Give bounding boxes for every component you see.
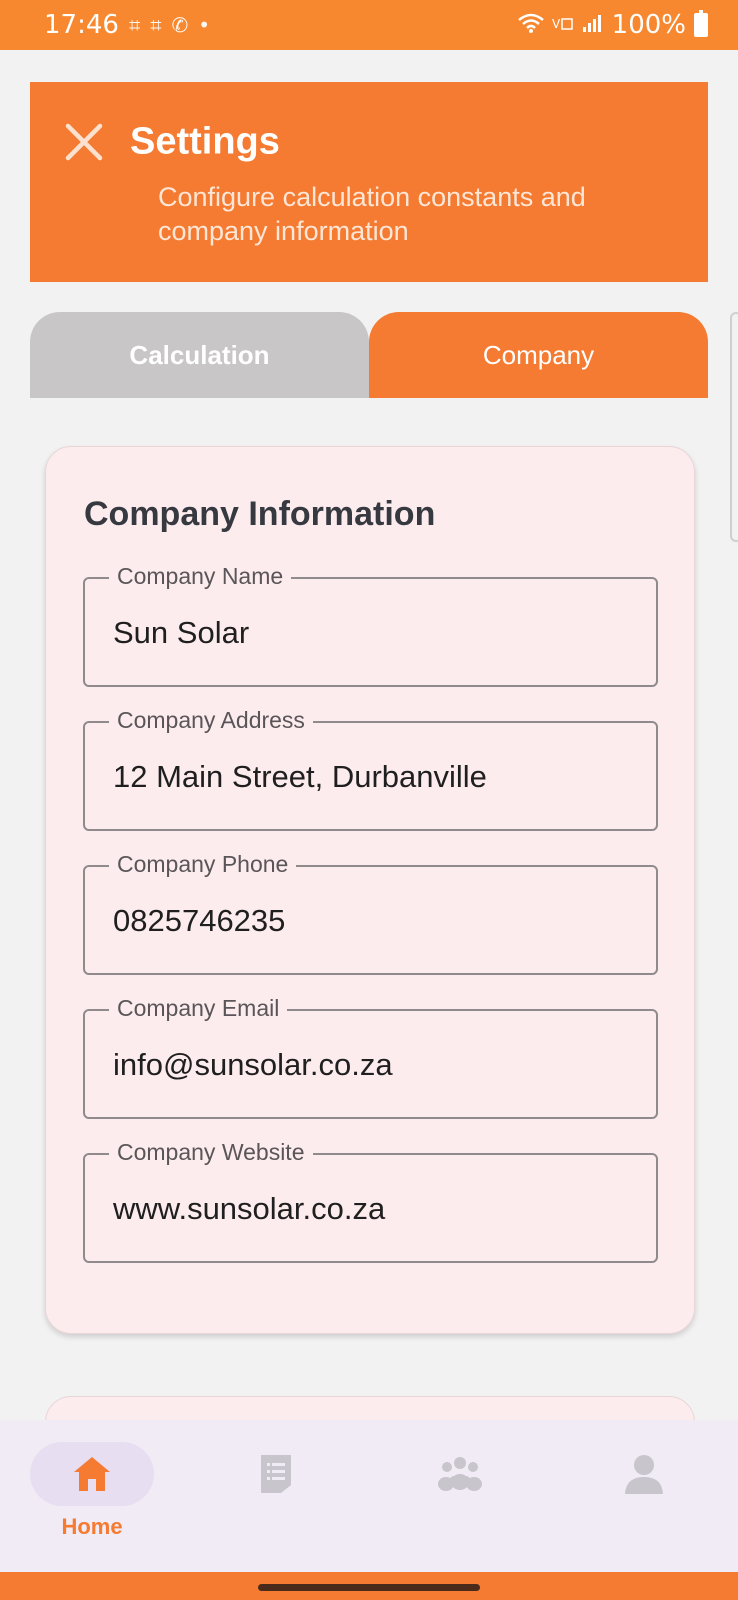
tab-calculation[interactable]: Calculation — [30, 312, 369, 398]
nav-pill-home[interactable] — [30, 1442, 154, 1506]
tab-company[interactable]: Company — [369, 312, 708, 398]
bottom-navigation: Home — [0, 1420, 738, 1572]
settings-header: Settings Configure calculation constants… — [30, 82, 708, 282]
whatsapp-icon: ✆ — [171, 13, 189, 37]
nav-pill-profile[interactable] — [582, 1442, 706, 1506]
card-title: Company Information — [84, 495, 436, 533]
company-phone-input[interactable] — [113, 897, 633, 945]
nav-item-profile[interactable] — [552, 1420, 736, 1572]
company-name-label: Company Name — [109, 563, 292, 590]
company-address-field[interactable]: Company Address — [83, 707, 658, 831]
company-website-label: Company Website — [109, 1139, 313, 1166]
home-gesture-indicator[interactable] — [258, 1584, 480, 1591]
tab-scroll-indicator — [730, 312, 738, 542]
company-phone-field[interactable]: Company Phone — [83, 851, 658, 975]
svg-text:Ⅴ: Ⅴ — [552, 17, 561, 31]
nav-item-home[interactable]: Home — [0, 1420, 184, 1572]
status-right: Ⅴ 100% — [517, 10, 708, 40]
group-icon — [438, 1457, 482, 1491]
signal-icon — [582, 13, 604, 38]
company-email-label: Company Email — [109, 995, 288, 1022]
battery-icon — [694, 10, 708, 37]
nav-label-home: Home — [61, 1514, 123, 1539]
wifi-icon — [517, 13, 544, 38]
nav-pill-customers[interactable] — [398, 1442, 522, 1506]
status-left: 17:46 ⌗ ⌗ ✆ • — [44, 10, 210, 40]
close-icon[interactable] — [62, 120, 106, 164]
company-name-input[interactable] — [113, 609, 633, 657]
company-email-input[interactable] — [113, 1041, 633, 1089]
company-address-label: Company Address — [109, 707, 313, 734]
screenshot-icon: ⌗ — [128, 13, 141, 37]
settings-tabs: Calculation Company — [30, 312, 708, 398]
screenshot-icon-2: ⌗ — [150, 13, 162, 37]
status-bar: 17:46 ⌗ ⌗ ✆ • Ⅴ 100% — [0, 0, 738, 50]
document-icon — [261, 1455, 291, 1493]
company-website-field[interactable]: Company Website — [83, 1139, 658, 1263]
page-subtitle: Configure calculation constants and comp… — [158, 182, 586, 246]
battery-percent: 100% — [611, 10, 686, 40]
company-email-field[interactable]: Company Email — [83, 995, 658, 1119]
nav-item-documents[interactable] — [184, 1420, 368, 1572]
status-time: 17:46 — [44, 10, 119, 40]
company-information-card: Company Information Company Name Company… — [45, 446, 695, 1334]
page-title: Settings — [130, 120, 280, 163]
company-phone-label: Company Phone — [109, 851, 297, 878]
person-icon — [625, 1455, 663, 1494]
nav-pill-documents[interactable] — [214, 1442, 338, 1506]
volte-icon: Ⅴ — [552, 13, 574, 38]
company-name-field[interactable]: Company Name — [83, 563, 658, 687]
company-website-input[interactable] — [113, 1185, 633, 1233]
company-address-input[interactable] — [113, 753, 633, 801]
nav-item-customers[interactable] — [368, 1420, 552, 1572]
notification-dot-icon: • — [198, 13, 211, 37]
home-icon — [74, 1457, 110, 1491]
